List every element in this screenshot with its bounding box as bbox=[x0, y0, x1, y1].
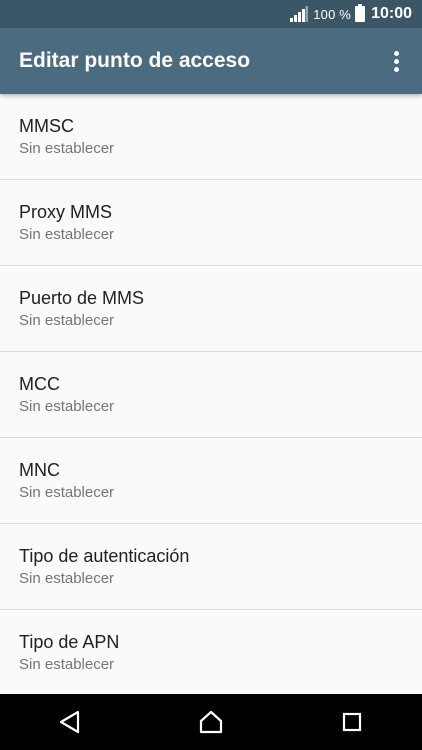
setting-value: Sin establecer bbox=[19, 656, 115, 673]
setting-item-mmsc[interactable]: MMSC Sin establecer bbox=[0, 94, 422, 180]
settings-list: MMSC Sin establecer Proxy MMS Sin establ… bbox=[0, 94, 422, 694]
setting-value: Sin establecer bbox=[19, 312, 115, 329]
signal-icon bbox=[290, 6, 309, 22]
setting-item-mnc[interactable]: MNC Sin establecer bbox=[0, 438, 422, 524]
setting-value: Sin establecer bbox=[19, 570, 115, 587]
app-bar: Editar punto de acceso bbox=[0, 28, 422, 94]
status-time: 10:00 bbox=[371, 5, 412, 22]
setting-item-mcc[interactable]: MCC Sin establecer bbox=[0, 352, 422, 438]
setting-title: MNC bbox=[19, 460, 60, 480]
status-bar: 100 % 10:00 bbox=[0, 0, 422, 28]
setting-item-apn-type[interactable]: Tipo de APN Sin establecer bbox=[0, 610, 422, 694]
setting-value: Sin establecer bbox=[19, 398, 115, 415]
page-title: Editar punto de acceso bbox=[19, 49, 251, 72]
back-icon[interactable] bbox=[40, 694, 100, 750]
setting-value: Sin establecer bbox=[19, 226, 115, 243]
setting-title: Puerto de MMS bbox=[19, 288, 145, 308]
battery-percentage: 100 % bbox=[313, 6, 352, 22]
setting-value: Sin establecer bbox=[19, 484, 115, 501]
navigation-bar bbox=[0, 694, 422, 750]
setting-item-auth-type[interactable]: Tipo de autenticación Sin establecer bbox=[0, 524, 422, 610]
setting-title: MCC bbox=[19, 374, 60, 394]
setting-item-mms-port[interactable]: Puerto de MMS Sin establecer bbox=[0, 266, 422, 352]
recents-icon[interactable] bbox=[322, 694, 382, 750]
setting-title: MMSC bbox=[19, 116, 74, 136]
setting-title: Tipo de APN bbox=[19, 632, 120, 652]
setting-value: Sin establecer bbox=[19, 140, 115, 157]
setting-item-proxy-mms[interactable]: Proxy MMS Sin establecer bbox=[0, 180, 422, 266]
setting-title: Tipo de autenticación bbox=[19, 546, 190, 566]
more-vert-icon[interactable] bbox=[376, 37, 416, 85]
battery-icon bbox=[355, 4, 366, 22]
home-icon[interactable] bbox=[181, 694, 241, 750]
setting-title: Proxy MMS bbox=[19, 202, 113, 222]
